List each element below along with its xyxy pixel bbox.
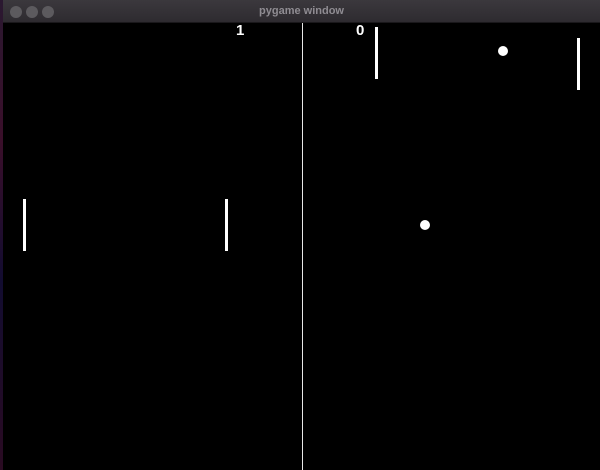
pygame-window: pygame window 1 0 (3, 0, 600, 470)
game-canvas[interactable]: 1 0 (3, 23, 600, 470)
window-title: pygame window (259, 5, 344, 17)
center-ball (420, 220, 430, 230)
title-bar[interactable]: pygame window (3, 0, 600, 23)
right-player-score: 0 (356, 23, 365, 39)
center-divider-line (302, 23, 303, 470)
left-game-right-paddle (225, 199, 228, 251)
left-player-score: 1 (236, 23, 245, 39)
left-game-left-paddle (23, 199, 26, 251)
right-game-ball (498, 46, 508, 56)
right-game-right-paddle (577, 38, 580, 90)
right-game-left-paddle (375, 27, 378, 79)
